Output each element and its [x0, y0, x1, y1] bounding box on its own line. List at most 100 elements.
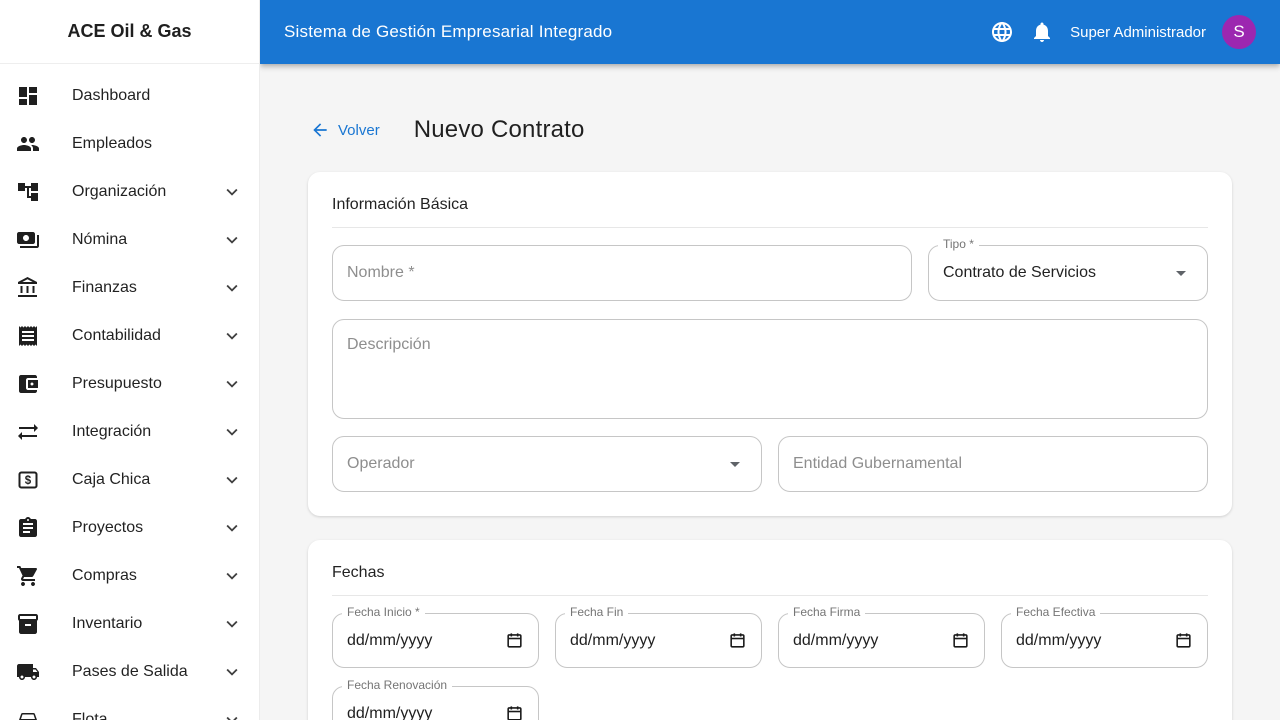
avatar[interactable]: S	[1222, 15, 1256, 49]
fecha-inicio-field[interactable]: Fecha Inicio * dd/mm/yyyy	[332, 605, 539, 668]
fecha-firma-field[interactable]: Fecha Firma dd/mm/yyyy	[778, 605, 985, 668]
page-title: Nuevo Contrato	[413, 116, 585, 143]
sidebar-item-nomina[interactable]: Nómina	[0, 216, 259, 264]
chevron-down-icon	[221, 469, 243, 491]
sidebar-item-label: Empleados	[72, 135, 153, 152]
cash-box-icon: $	[16, 468, 40, 492]
entidad-field	[778, 436, 1208, 492]
entidad-input[interactable]	[793, 437, 1193, 491]
chevron-down-icon	[221, 517, 243, 539]
sidebar-item-flota[interactable]: Flota	[0, 696, 259, 720]
sidebar-item-label: Contabilidad	[72, 327, 161, 344]
sidebar-item-contabilidad[interactable]: Contabilidad	[0, 312, 259, 360]
fecha-inicio-value: dd/mm/yyyy	[347, 631, 433, 649]
basic-info-form: Tipo * Contrato de Servicios Operador	[332, 228, 1208, 492]
language-globe-icon[interactable]	[982, 12, 1022, 52]
descripcion-field	[332, 319, 1208, 419]
fecha-inicio-label: Fecha Inicio *	[342, 605, 425, 619]
main-content: Volver Nuevo Contrato Información Básica…	[260, 64, 1280, 720]
sidebar: ACE Oil & Gas Dashboard Empleados Organi…	[0, 0, 260, 720]
sidebar-item-label: Presupuesto	[72, 375, 162, 392]
org-tree-icon	[16, 180, 40, 204]
calendar-icon[interactable]	[951, 631, 970, 650]
page-header: Volver Nuevo Contrato	[308, 112, 1232, 148]
sidebar-item-label: Pases de Salida	[72, 663, 188, 680]
calendar-icon[interactable]	[505, 704, 524, 720]
calendar-icon[interactable]	[505, 631, 524, 650]
dropdown-arrow-icon	[1169, 261, 1193, 285]
appbar: Sistema de Gestión Empresarial Integrado…	[260, 0, 1280, 64]
fecha-fin-field[interactable]: Fecha Fin dd/mm/yyyy	[555, 605, 762, 668]
clipboard-icon	[16, 516, 40, 540]
descripcion-textarea[interactable]	[333, 320, 1207, 418]
sidebar-item-dashboard[interactable]: Dashboard	[0, 72, 259, 120]
people-icon	[16, 132, 40, 156]
sync-arrows-icon	[16, 420, 40, 444]
wallet-icon	[16, 372, 40, 396]
chevron-down-icon	[221, 565, 243, 587]
fecha-fin-label: Fecha Fin	[565, 605, 629, 619]
nombre-input[interactable]	[347, 246, 897, 300]
sidebar-item-label: Flota	[72, 711, 108, 720]
user-name: Super Administrador	[1070, 23, 1206, 41]
dropdown-arrow-icon	[723, 452, 747, 476]
appbar-actions: Super Administrador S	[982, 12, 1256, 52]
sidebar-item-pases-de-salida[interactable]: Pases de Salida	[0, 648, 259, 696]
sidebar-item-presupuesto[interactable]: Presupuesto	[0, 360, 259, 408]
sidebar-item-empleados[interactable]: Empleados	[0, 120, 259, 168]
car-icon	[16, 708, 40, 720]
shopping-cart-icon	[16, 564, 40, 588]
fecha-firma-label: Fecha Firma	[788, 605, 866, 619]
operador-select[interactable]: Operador	[332, 436, 762, 492]
arrow-back-icon	[313, 123, 327, 137]
sidebar-item-label: Integración	[72, 423, 152, 440]
notifications-bell-icon[interactable]	[1022, 12, 1062, 52]
chevron-down-icon	[221, 181, 243, 203]
chevron-down-icon	[221, 613, 243, 635]
fecha-efectiva-field[interactable]: Fecha Efectiva dd/mm/yyyy	[1001, 605, 1208, 668]
sidebar-item-caja-chica[interactable]: $ Caja Chica	[0, 456, 259, 504]
tipo-select[interactable]: Tipo * Contrato de Servicios	[928, 237, 1208, 301]
chevron-down-icon	[221, 277, 243, 299]
nombre-field	[332, 245, 912, 301]
fechas-form: Fecha Inicio * dd/mm/yyyy Fecha Fin dd/m…	[332, 596, 1208, 720]
sidebar-item-label: Caja Chica	[72, 471, 151, 488]
calendar-icon[interactable]	[1174, 631, 1193, 650]
dashboard-icon	[16, 84, 40, 108]
tipo-label: Tipo *	[938, 237, 979, 251]
sidebar-item-compras[interactable]: Compras	[0, 552, 259, 600]
sidebar-item-label: Finanzas	[72, 279, 137, 296]
chevron-down-icon	[221, 661, 243, 683]
sidebar-item-label: Nómina	[72, 231, 128, 248]
sidebar-item-proyectos[interactable]: Proyectos	[0, 504, 259, 552]
sidebar-item-integracion[interactable]: Integración	[0, 408, 259, 456]
fecha-renovacion-field[interactable]: Fecha Renovación dd/mm/yyyy	[332, 678, 539, 720]
chevron-down-icon	[221, 229, 243, 251]
bank-icon	[16, 276, 40, 300]
sidebar-item-inventario[interactable]: Inventario	[0, 600, 259, 648]
chevron-down-icon	[221, 709, 243, 720]
tipo-value: Contrato de Servicios	[943, 264, 1096, 281]
fecha-fin-value: dd/mm/yyyy	[570, 631, 656, 649]
fecha-renovacion-value: dd/mm/yyyy	[347, 704, 433, 720]
calendar-icon[interactable]	[728, 631, 747, 650]
fecha-efectiva-label: Fecha Efectiva	[1011, 605, 1101, 619]
fecha-renovacion-label: Fecha Renovación	[342, 678, 453, 692]
chevron-down-icon	[221, 325, 243, 347]
back-label: Volver	[338, 121, 380, 139]
sidebar-item-organizacion[interactable]: Organización	[0, 168, 259, 216]
sidebar-item-label: Inventario	[72, 615, 143, 632]
brand-title: ACE Oil & Gas	[0, 0, 259, 64]
basic-info-card: Información Básica Tipo * Contrato de Se…	[308, 172, 1232, 516]
truck-icon	[16, 660, 40, 684]
chevron-down-icon	[221, 373, 243, 395]
appbar-title: Sistema de Gestión Empresarial Integrado	[284, 22, 613, 41]
chevron-down-icon	[221, 421, 243, 443]
back-button[interactable]: Volver	[308, 116, 388, 144]
fechas-card: Fechas Fecha Inicio * dd/mm/yyyy Fecha F…	[308, 540, 1232, 720]
operador-placeholder: Operador	[347, 455, 415, 472]
payments-icon	[16, 228, 40, 252]
fechas-heading: Fechas	[332, 564, 385, 581]
sidebar-item-label: Organización	[72, 183, 167, 200]
sidebar-item-finanzas[interactable]: Finanzas	[0, 264, 259, 312]
